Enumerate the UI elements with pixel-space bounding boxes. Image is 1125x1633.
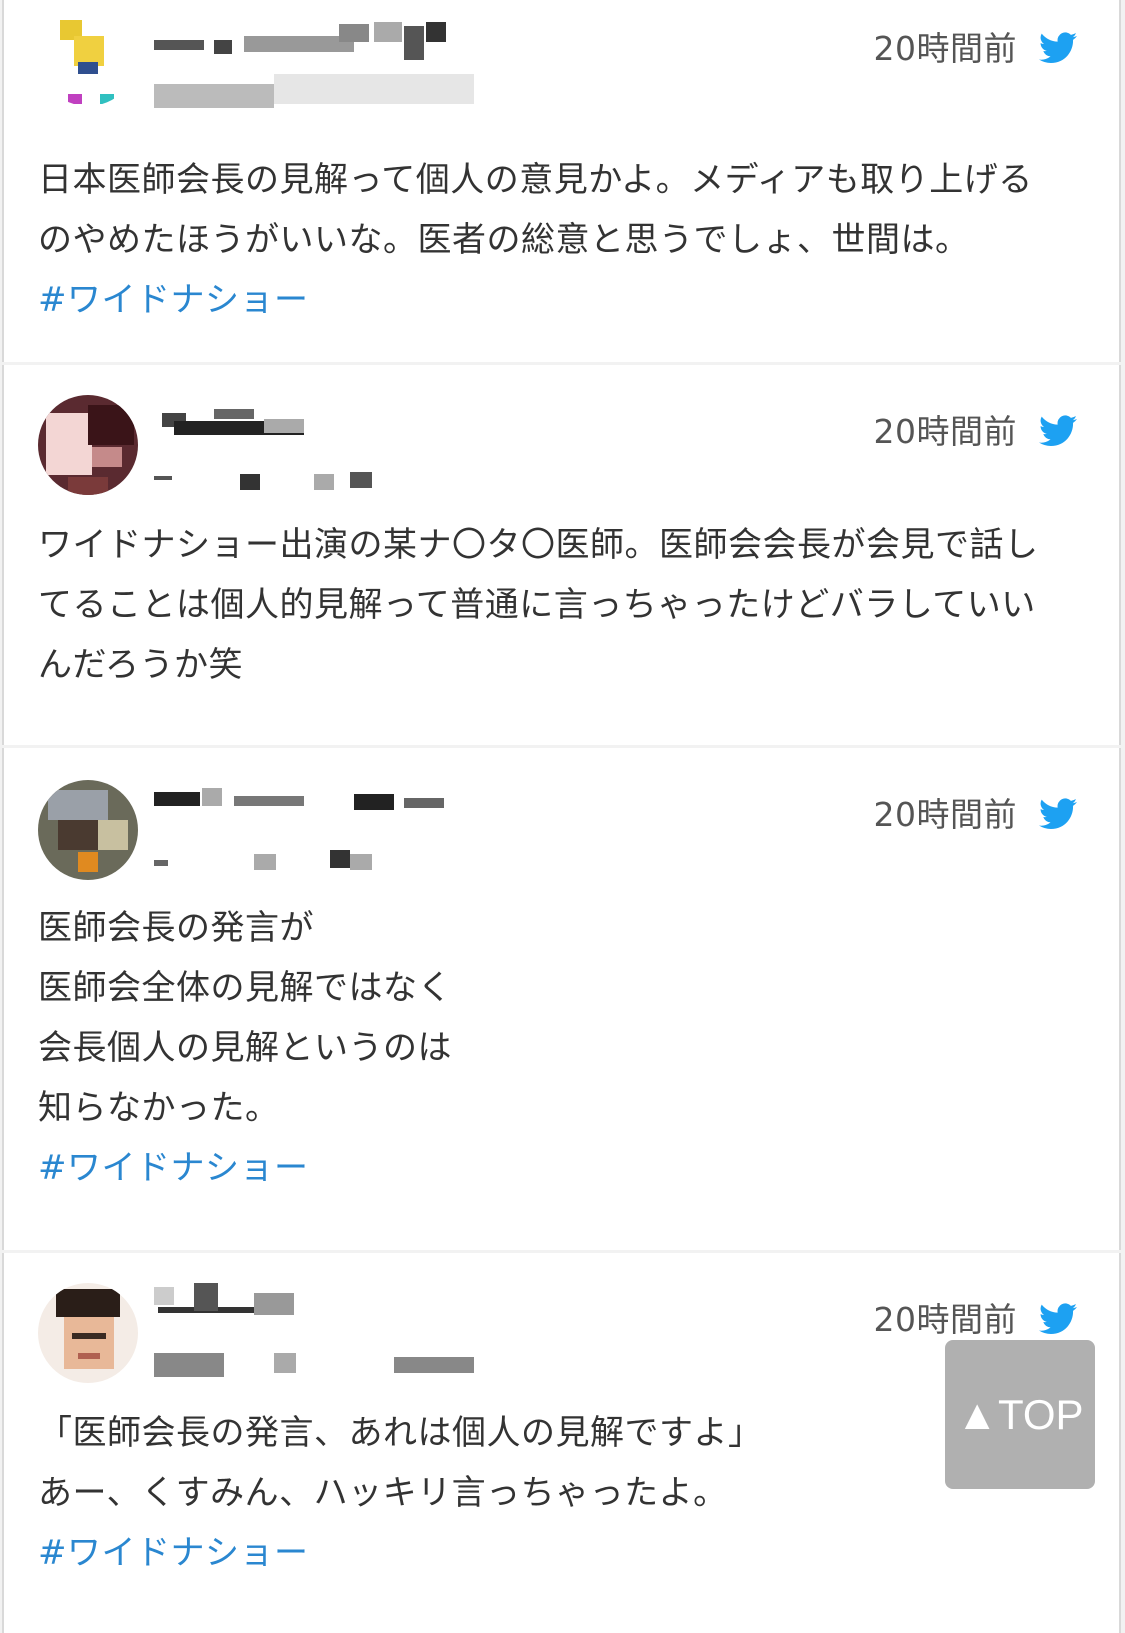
tweet-card[interactable]: 20時間前 日本医師会長の見解って個人の意見かよ。メディアも取り上げる のやめた… — [2, 0, 1121, 362]
avatar[interactable] — [38, 780, 138, 880]
avatar[interactable] — [38, 6, 138, 106]
hashtag-link[interactable]: #ワイドナショー — [38, 1523, 1079, 1583]
user-handle-redacted[interactable] — [154, 850, 484, 876]
twitter-bird-icon[interactable] — [1039, 415, 1077, 447]
tweet-card[interactable]: 20時間前 医師会長の発言が 医師会全体の見解ではなく 会長個人の見解というのは… — [2, 748, 1121, 1250]
scroll-to-top-button[interactable]: ▲TOP — [945, 1340, 1095, 1489]
user-name-redacted[interactable] — [154, 788, 454, 816]
tweet-card[interactable]: 20時間前 ワイドナショー出演の某ナ〇タ〇医師。医師会会長が会見で話し てること… — [2, 365, 1121, 745]
avatar[interactable] — [38, 1283, 138, 1383]
user-handle-redacted[interactable] — [154, 1353, 484, 1379]
user-name-redacted[interactable] — [154, 1283, 454, 1315]
tweet-time: 20時間前 — [873, 29, 1017, 68]
hashtag-link[interactable]: #ワイドナショー — [38, 270, 1079, 330]
tweet-text: 医師会長の発言が 医師会全体の見解ではなく 会長個人の見解というのは 知らなかっ… — [38, 908, 452, 1128]
user-name-redacted[interactable] — [154, 405, 454, 435]
tweet-text: 「医師会長の発言、あれは個人の見解ですよ」 あー、くすみん、ハッキリ言っちゃった… — [38, 1413, 763, 1513]
user-name-redacted[interactable] — [154, 22, 454, 60]
tweet-text: ワイドナショー出演の某ナ〇タ〇医師。医師会会長が会見で話し てることは個人的見解… — [38, 525, 1039, 685]
tweet-time: 20時間前 — [873, 795, 1017, 834]
hashtag-link[interactable]: #ワイドナショー — [38, 1138, 1079, 1198]
avatar[interactable] — [38, 395, 138, 495]
tweet-time: 20時間前 — [873, 1300, 1017, 1339]
user-handle-redacted[interactable] — [154, 472, 484, 498]
tweet-text: 日本医師会長の見解って個人の意見かよ。メディアも取り上げる のやめたほうがいいな… — [38, 160, 1033, 260]
twitter-bird-icon[interactable] — [1039, 32, 1077, 64]
tweet-time: 20時間前 — [873, 412, 1017, 451]
twitter-bird-icon[interactable] — [1039, 1303, 1077, 1335]
user-handle-redacted[interactable] — [154, 74, 484, 110]
twitter-bird-icon[interactable] — [1039, 798, 1077, 830]
